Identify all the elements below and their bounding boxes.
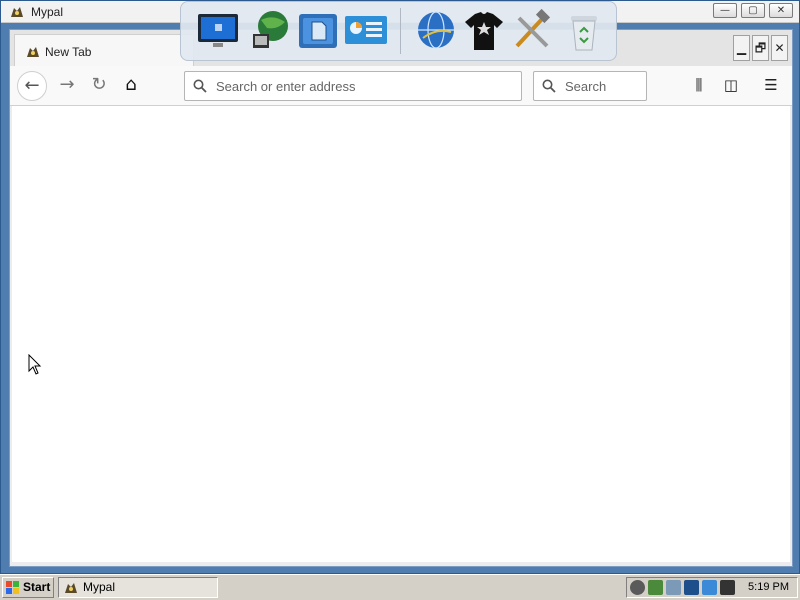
navigation-toolbar: ← → ↻ ⌂ Search or enter address Search ⫼… xyxy=(10,66,792,106)
home-icon[interactable]: ⌂ xyxy=(116,71,146,101)
browser-frame: New Tab ▁ 🗗 ✕ ← → ↻ ⌂ Search or enter ad… xyxy=(9,29,793,567)
tray-network-icon[interactable] xyxy=(684,580,699,595)
tshirt-icon[interactable] xyxy=(461,8,507,54)
frame-minimize-icon[interactable]: ▁ xyxy=(733,35,750,61)
tray-chart-icon[interactable] xyxy=(702,580,717,595)
address-placeholder: Search or enter address xyxy=(216,79,356,94)
library-icon[interactable]: ⫼ xyxy=(688,75,710,97)
desktop-icon[interactable] xyxy=(195,8,241,54)
tray-app-icon[interactable] xyxy=(720,580,735,595)
forward-arrow-icon[interactable]: → xyxy=(52,71,82,101)
address-bar[interactable]: Search or enter address xyxy=(184,71,522,101)
internet-globe-icon[interactable] xyxy=(413,8,459,54)
tray-monitor-icon[interactable] xyxy=(648,580,663,595)
taskbar-item-mypal[interactable]: Mypal xyxy=(58,577,218,598)
menu-icon[interactable]: ☰ xyxy=(760,75,782,97)
control-panel-icon[interactable] xyxy=(343,8,389,54)
taskbar: Start Mypal 5:19 PM xyxy=(0,574,800,600)
browser-window: Mypal — ▢ ✕ New Tab ▁ 🗗 ✕ ← → ↻ ⌂ Search… xyxy=(0,0,800,574)
search-field[interactable]: Search xyxy=(533,71,647,101)
tab-label: New Tab xyxy=(45,45,92,59)
search-icon xyxy=(193,79,207,93)
recycle-bin-icon[interactable] xyxy=(561,8,607,54)
tab-favicon-icon xyxy=(27,47,39,57)
dock xyxy=(180,1,617,61)
mouse-cursor-icon xyxy=(28,354,42,375)
restore-icon[interactable]: ▢ xyxy=(741,3,765,18)
dock-separator xyxy=(400,8,401,54)
frame-close-icon[interactable]: ✕ xyxy=(771,35,788,61)
clock: 5:19 PM xyxy=(748,581,789,593)
reload-icon[interactable]: ↻ xyxy=(84,71,114,101)
taskbar-item-label: Mypal xyxy=(83,580,116,594)
back-arrow-icon[interactable]: ← xyxy=(17,71,47,101)
windows-flag-icon xyxy=(6,581,19,594)
network-icon[interactable] xyxy=(247,8,293,54)
search-placeholder: Search xyxy=(565,79,607,94)
page-content[interactable] xyxy=(12,106,790,562)
frame-restore-icon[interactable]: 🗗 xyxy=(752,35,769,61)
start-button[interactable]: Start xyxy=(2,577,54,598)
window-title: Mypal xyxy=(31,5,64,19)
documents-icon[interactable] xyxy=(295,8,341,54)
tray-disk-icon[interactable] xyxy=(630,580,645,595)
tray-volume-icon[interactable] xyxy=(666,580,681,595)
start-label: Start xyxy=(23,580,51,594)
sidebar-icon[interactable]: ◫ xyxy=(720,75,742,97)
close-icon[interactable]: ✕ xyxy=(769,3,793,18)
tab-new-tab[interactable]: New Tab xyxy=(14,34,194,66)
minimize-icon[interactable]: — xyxy=(713,3,737,18)
mypal-app-icon xyxy=(11,7,23,17)
tools-icon[interactable] xyxy=(509,8,555,54)
search-icon xyxy=(542,79,556,93)
system-tray: 5:19 PM xyxy=(626,577,798,598)
mypal-app-icon xyxy=(65,583,77,593)
